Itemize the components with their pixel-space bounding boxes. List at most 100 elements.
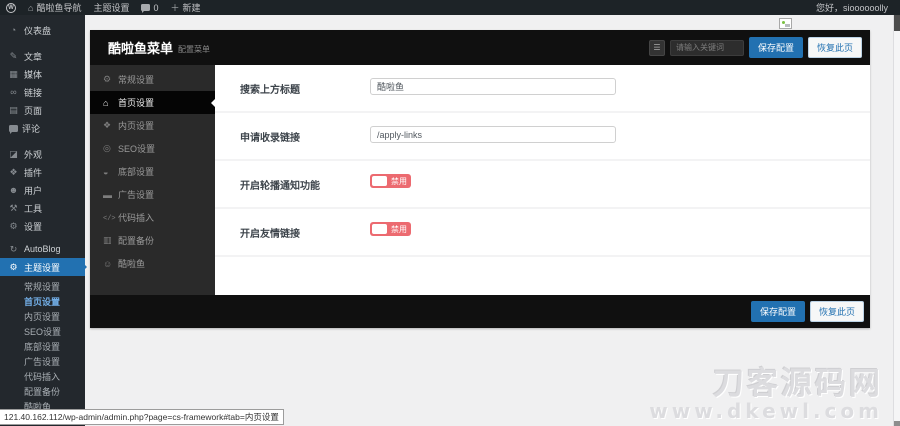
expand-all-button[interactable] — [649, 40, 665, 56]
posts-icon — [7, 51, 20, 62]
sidebar-item-plugins[interactable]: 插件 — [0, 163, 85, 181]
fish-icon — [103, 259, 118, 269]
tab-label: 代码插入 — [118, 211, 154, 224]
sidebar-item-media[interactable]: 媒体 — [0, 65, 85, 83]
sidebar-item-pages[interactable]: 页面 — [0, 101, 85, 119]
field-label: 开启友情链接 — [240, 222, 370, 255]
save-button[interactable]: 保存配置 — [749, 37, 803, 58]
sidebar-divider — [0, 137, 85, 145]
carousel-notice-toggle[interactable]: 禁用 — [370, 174, 411, 188]
link-preview-tooltip: 121.40.162.112/wp-admin/admin.php?page=c… — [0, 409, 284, 425]
footer-icon — [103, 167, 118, 177]
user-greeting[interactable]: 您好，sioooooolly — [816, 1, 900, 14]
sidebar-item-label: 评论 — [22, 122, 40, 135]
comments-icon — [9, 125, 18, 132]
watermark-url: www.dkewl.com — [649, 401, 883, 422]
tab-label: 底部设置 — [118, 165, 154, 178]
scrollbar[interactable] — [893, 15, 900, 426]
autoblog-icon — [7, 244, 20, 255]
tab-footer-settings[interactable]: 底部设置 — [90, 160, 215, 183]
tab-general-settings[interactable]: 常规设置 — [90, 68, 215, 91]
sidebar-item-label: 外观 — [24, 148, 42, 161]
panel-header: 酷啦鱼菜单 配置菜单 保存配置 恢复此页 — [90, 30, 870, 65]
panel-form: 搜索上方标题 申请收录链接 开启轮播通知功能 禁用 — [215, 65, 870, 295]
theme-settings-submenu: 常规设置 首页设置 内页设置 SEO设置 底部设置 广告设置 代码插入 配置备份… — [0, 276, 85, 415]
adminbar-theme-settings-link[interactable]: 主题设置 — [87, 0, 135, 15]
comments-count: 0 — [153, 3, 158, 13]
sidebar-item-label: 主题设置 — [24, 261, 60, 274]
tab-innerpage-settings[interactable]: 内页设置 — [90, 114, 215, 137]
links-icon — [7, 87, 20, 97]
restore-page-button-bottom[interactable]: 恢复此页 — [810, 301, 864, 322]
sidebar-item-label: 用户 — [24, 184, 42, 197]
sidebar-item-autoblog[interactable]: AutoBlog — [0, 240, 85, 258]
tab-code-insert[interactable]: 代码插入 — [90, 206, 215, 229]
tab-label: 内页设置 — [118, 119, 154, 132]
gear-icon — [7, 262, 20, 273]
sidebar-item-users[interactable]: 用户 — [0, 181, 85, 199]
new-content-menu[interactable]: 新建 — [164, 0, 206, 15]
sidebar-item-posts[interactable]: 文章 — [0, 47, 85, 65]
submenu-item-ads[interactable]: 广告设置 — [0, 355, 85, 370]
field-label: 搜索上方标题 — [240, 78, 370, 111]
sidebar-item-theme-settings[interactable]: 主题设置 — [0, 258, 85, 276]
field-row-friend-links: 开启友情链接 禁用 — [215, 209, 870, 257]
sidebar-item-links[interactable]: 链接 — [0, 83, 85, 101]
submenu-item-innerpage[interactable]: 内页设置 — [0, 310, 85, 325]
sidebar-item-settings[interactable]: 设置 — [0, 217, 85, 235]
scrollbar-down-arrow[interactable] — [894, 421, 900, 426]
admin-content-area: 酷啦鱼菜单 配置菜单 保存配置 恢复此页 常规设置 — [85, 15, 893, 426]
tab-label: 广告设置 — [118, 188, 154, 201]
comments-shortcut[interactable]: 0 — [135, 0, 164, 15]
sidebar-item-dashboard[interactable]: 仪表盘 — [0, 21, 85, 39]
submenu-item-backup[interactable]: 配置备份 — [0, 385, 85, 400]
site-link[interactable]: 酷啦鱼导航 — [22, 0, 87, 15]
sidebar-item-label: 媒体 — [24, 68, 42, 81]
submenu-item-footer[interactable]: 底部设置 — [0, 340, 85, 355]
sidebar-item-label: 文章 — [24, 50, 42, 63]
seo-icon — [103, 143, 118, 154]
expand-all-icon — [653, 43, 660, 52]
restore-page-button[interactable]: 恢复此页 — [808, 37, 862, 58]
plus-icon — [170, 1, 179, 14]
toggle-state-label: 禁用 — [391, 176, 407, 187]
wordpress-menu[interactable]: W — [0, 0, 22, 15]
toggle-knob — [372, 224, 387, 234]
friend-links-toggle[interactable]: 禁用 — [370, 222, 411, 236]
tab-config-backup[interactable]: 配置备份 — [90, 229, 215, 252]
submenu-item-code[interactable]: 代码插入 — [0, 370, 85, 385]
tab-homepage-settings[interactable]: 首页设置 — [90, 91, 215, 114]
appearance-icon — [7, 149, 20, 160]
apply-link-input[interactable] — [370, 126, 616, 143]
sidebar-item-appearance[interactable]: 外观 — [0, 145, 85, 163]
page-subtitle: 配置菜单 — [178, 41, 210, 55]
submenu-item-homepage[interactable]: 首页设置 — [0, 295, 85, 310]
watermark: 刀客源码网 www.dkewl.com — [649, 368, 883, 422]
broken-image-icon — [779, 18, 792, 29]
code-icon — [103, 212, 118, 223]
theme-options-panel: 酷啦鱼菜单 配置菜单 保存配置 恢复此页 常规设置 — [90, 30, 870, 328]
sidebar-item-comments[interactable]: 评论 — [0, 119, 85, 137]
adminbar-theme-settings-label: 主题设置 — [93, 1, 129, 14]
plugins-icon — [7, 167, 20, 178]
save-button-bottom[interactable]: 保存配置 — [751, 301, 805, 322]
tab-kulayu[interactable]: 酷啦鱼 — [90, 252, 215, 275]
field-row-apply-link: 申请收录链接 — [215, 113, 870, 161]
submenu-item-general[interactable]: 常规设置 — [0, 280, 85, 295]
scrollbar-thumb[interactable] — [894, 15, 900, 31]
toggle-state-label: 禁用 — [391, 224, 407, 235]
field-row-search-title: 搜索上方标题 — [215, 65, 870, 113]
search-title-input[interactable] — [370, 78, 616, 95]
greeting-text: 您好，sioooooolly — [816, 3, 888, 13]
field-row-carousel-notice: 开启轮播通知功能 禁用 — [215, 161, 870, 209]
sidebar-item-label: 页面 — [24, 104, 42, 117]
admin-sidebar: 仪表盘 文章 媒体 链接 页面 评论 外观 插件 — [0, 15, 85, 426]
sidebar-item-tools[interactable]: 工具 — [0, 199, 85, 217]
search-input[interactable] — [670, 40, 744, 56]
tab-ads-settings[interactable]: 广告设置 — [90, 183, 215, 206]
submenu-item-seo[interactable]: SEO设置 — [0, 325, 85, 340]
admin-bar: W 酷啦鱼导航 主题设置 0 新建 您好，sioooooolly — [0, 0, 900, 15]
backup-icon — [103, 235, 118, 246]
tab-seo-settings[interactable]: SEO设置 — [90, 137, 215, 160]
tab-label: 酷啦鱼 — [118, 257, 145, 270]
